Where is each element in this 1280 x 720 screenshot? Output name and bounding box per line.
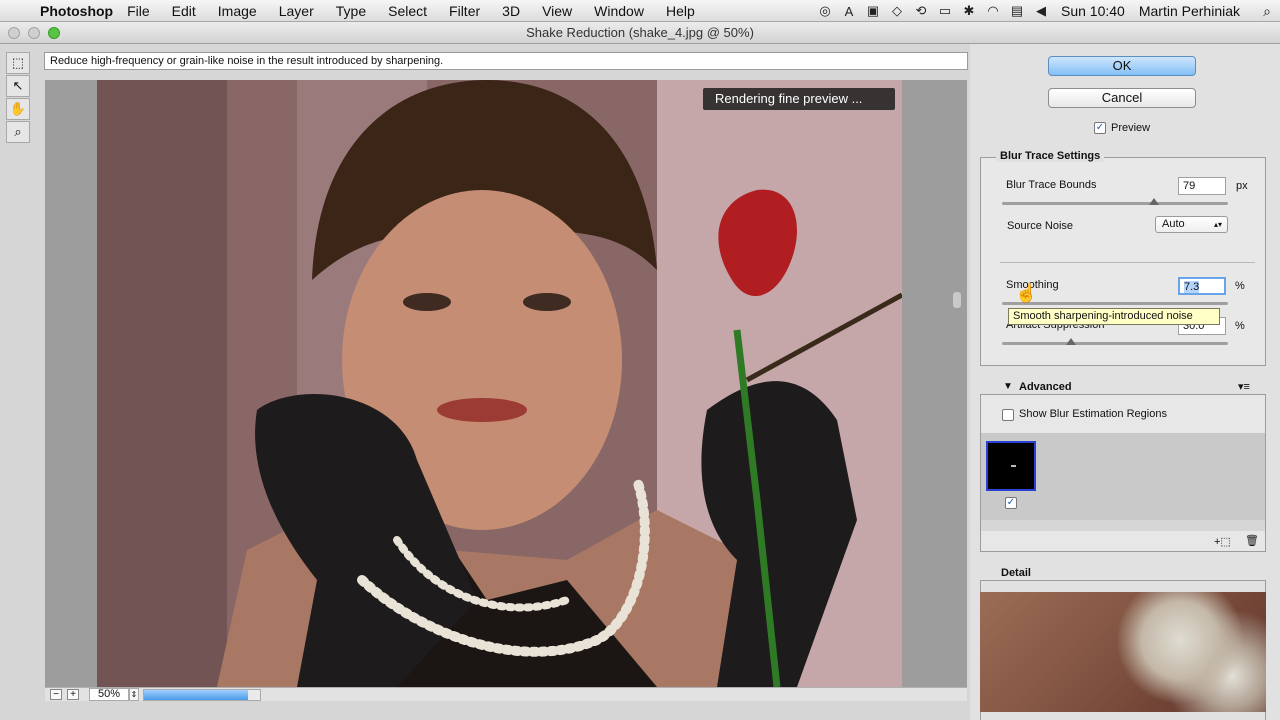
minimize-window-button[interactable] — [28, 27, 40, 39]
hand-cursor-icon: ☝ — [1015, 283, 1038, 303]
photo-illustration — [97, 80, 902, 687]
blur-trace-bounds-value: 79 — [1183, 180, 1196, 192]
menu-edit[interactable]: Edit — [172, 3, 196, 19]
window-title-bar: Shake Reduction (shake_4.jpg @ 50%) — [0, 22, 1280, 44]
dropbox-icon[interactable]: ◇ — [885, 3, 909, 19]
menu-help[interactable]: Help — [666, 3, 695, 19]
zoom-level-field[interactable]: 50% — [89, 688, 129, 701]
menu-filter[interactable]: Filter — [449, 3, 480, 19]
blur-regions-scroll — [981, 520, 1265, 531]
source-noise-label: Source Noise — [1007, 220, 1074, 232]
app-menu[interactable]: Photoshop — [40, 3, 113, 19]
blur-trace-bounds-unit: px — [1236, 180, 1248, 192]
tool-column: ⬚ ↖ ✋ ⌕ — [6, 52, 36, 144]
status-bar: − + 50% ⇕ — [45, 687, 967, 701]
zoom-window-button[interactable] — [48, 27, 60, 39]
menu-select[interactable]: Select — [388, 3, 427, 19]
ok-button[interactable]: OK — [1048, 56, 1196, 76]
smoothing-value: 7.3 — [1184, 281, 1200, 293]
window-title: Shake Reduction (shake_4.jpg @ 50%) — [526, 25, 754, 40]
blur-trace-bounds-label: Blur Trace Bounds — [1006, 179, 1097, 191]
menu-file[interactable]: File — [127, 3, 150, 19]
blur-region-checkbox[interactable]: ✓ — [1005, 497, 1017, 509]
blur-region-thumbnail[interactable] — [986, 441, 1036, 491]
trash-icon[interactable]: 🗑 — [1245, 534, 1259, 547]
blur-trace-settings-title: Blur Trace Settings — [996, 150, 1105, 162]
smoothing-tooltip: Smooth sharpening-introduced noise — [1008, 308, 1220, 325]
select-arrows-icon: ▴▾ — [1213, 220, 1222, 229]
zoom-tool-icon[interactable]: ⌕ — [6, 121, 30, 143]
menu-type[interactable]: Type — [336, 3, 366, 19]
marquee-tool-icon[interactable]: ⬚ — [6, 52, 30, 74]
close-window-button[interactable] — [8, 27, 20, 39]
panel-menu-icon[interactable]: ▾≡ — [1238, 380, 1250, 393]
blur-trace-bounds-field[interactable]: 79 — [1178, 177, 1226, 195]
spotlight-search-icon[interactable]: ⌕ — [1254, 3, 1280, 20]
disclosure-triangle-icon[interactable]: ▼ — [1003, 381, 1013, 392]
blur-trace-bounds-slider[interactable] — [1002, 202, 1228, 205]
divider — [1000, 262, 1255, 263]
flag-icon[interactable]: ▤ — [1005, 3, 1029, 19]
bluetooth-icon[interactable]: ✱ — [957, 3, 981, 19]
menu-layer[interactable]: Layer — [279, 3, 314, 19]
menu-3d[interactable]: 3D — [502, 3, 520, 19]
cancel-button[interactable]: Cancel — [1048, 88, 1196, 108]
volume-icon[interactable]: ◀ — [1029, 3, 1053, 19]
blur-trace-tool-icon[interactable]: ↖ — [6, 75, 30, 97]
time-machine-icon[interactable]: ⟲ — [909, 3, 933, 19]
add-blur-region-icon[interactable]: +⬚ — [1214, 535, 1231, 548]
smoothing-unit: % — [1235, 280, 1245, 292]
detail-loupe-image[interactable] — [980, 592, 1266, 712]
source-noise-value: Auto — [1162, 218, 1185, 230]
artifact-suppression-slider[interactable] — [1002, 342, 1228, 345]
artifact-suppression-thumb[interactable] — [1066, 338, 1076, 345]
blur-kernel-dot — [1011, 465, 1016, 467]
display-icon[interactable]: ▭ — [933, 3, 957, 19]
menu-view[interactable]: View — [542, 3, 572, 19]
clock[interactable]: Sun 10:40 — [1061, 3, 1125, 19]
source-noise-select[interactable]: Auto ▴▾ — [1155, 216, 1228, 233]
zoom-stepper[interactable]: ⇕ — [129, 688, 139, 701]
wifi-icon[interactable]: ◠ — [981, 3, 1005, 19]
render-progress-fill — [144, 689, 249, 700]
detail-title: Detail — [997, 567, 1035, 579]
show-blur-regions-checkbox[interactable] — [1002, 409, 1014, 421]
artifact-suppression-unit: % — [1235, 320, 1245, 332]
hint-bar: Reduce high-frequency or grain-like nois… — [44, 52, 968, 70]
blur-trace-bounds-thumb[interactable] — [1149, 198, 1159, 205]
preview-photo[interactable] — [97, 80, 902, 687]
facetime-icon[interactable]: ▣ — [861, 3, 885, 19]
zoom-level-value: 50% — [97, 688, 121, 700]
menu-bar: Photoshop File Edit Image Layer Type Sel… — [0, 0, 1280, 22]
canvas-scrollbar[interactable] — [953, 292, 961, 308]
smoothing-field[interactable]: 7.3 — [1178, 277, 1226, 295]
acrobat-icon[interactable]: A — [837, 4, 861, 19]
creative-cloud-icon[interactable]: ◎ — [813, 3, 837, 19]
preview-label: Preview — [1111, 122, 1151, 134]
advanced-title[interactable]: Advanced — [1019, 381, 1072, 393]
rendering-preview-badge: Rendering fine preview ... — [703, 88, 895, 110]
show-blur-regions-label: Show Blur Estimation Regions — [1019, 408, 1167, 420]
zoom-out-button[interactable]: − — [50, 689, 62, 700]
preview-canvas[interactable] — [45, 80, 967, 687]
zoom-in-button[interactable]: + — [67, 689, 79, 700]
preview-checkbox[interactable]: ✓ — [1094, 122, 1106, 134]
menu-image[interactable]: Image — [218, 3, 257, 19]
menu-window[interactable]: Window — [594, 3, 644, 19]
user-name[interactable]: Martin Perhiniak — [1139, 3, 1240, 19]
render-progress-bar — [143, 688, 261, 701]
hand-tool-icon[interactable]: ✋ — [6, 98, 30, 120]
